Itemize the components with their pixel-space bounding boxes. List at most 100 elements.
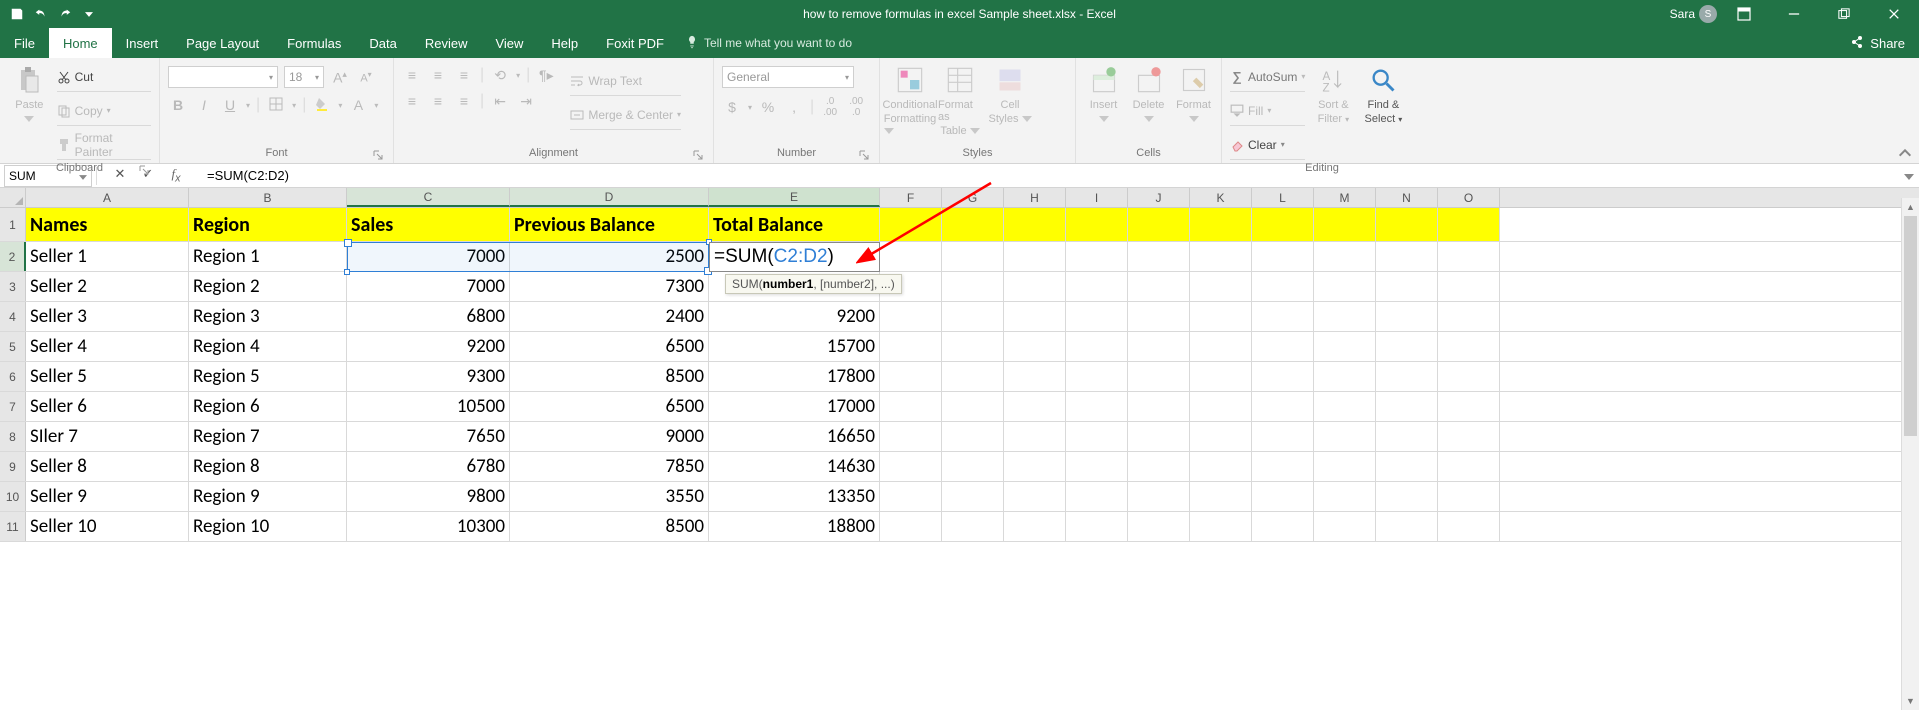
cell[interactable] xyxy=(1004,208,1066,241)
cell[interactable] xyxy=(880,362,942,391)
cell-styles-button[interactable]: Cell Styles xyxy=(988,62,1032,125)
tab-data[interactable]: Data xyxy=(355,28,410,58)
cell[interactable] xyxy=(880,452,942,481)
decrease-decimal-icon[interactable]: .00.0 xyxy=(846,96,866,118)
cell[interactable] xyxy=(942,208,1004,241)
cell[interactable] xyxy=(1066,302,1128,331)
cell[interactable] xyxy=(1314,452,1376,481)
number-format-select[interactable]: General▾ xyxy=(722,66,854,88)
cell[interactable] xyxy=(1376,242,1438,271)
cell[interactable] xyxy=(1128,392,1190,421)
col-header-B[interactable]: B xyxy=(189,188,347,207)
bold-button[interactable]: B xyxy=(168,97,188,113)
cell[interactable]: 9000 xyxy=(510,422,709,451)
row-header[interactable]: 11 xyxy=(0,512,26,541)
cell[interactable]: Region 9 xyxy=(189,482,347,511)
italic-button[interactable]: I xyxy=(194,97,214,113)
cell[interactable] xyxy=(942,332,1004,361)
cell[interactable] xyxy=(1004,272,1066,301)
row-header[interactable]: 1 xyxy=(0,208,26,241)
cell[interactable]: 7300 xyxy=(510,272,709,301)
maximize-icon[interactable] xyxy=(1821,0,1867,28)
cell[interactable] xyxy=(1190,512,1252,541)
cell[interactable] xyxy=(1376,302,1438,331)
cell[interactable] xyxy=(942,362,1004,391)
sort-filter-button[interactable]: AZ Sort & Filter ▾ xyxy=(1311,62,1355,125)
cell[interactable] xyxy=(1252,452,1314,481)
cell[interactable] xyxy=(1438,362,1500,391)
fill-color-icon[interactable] xyxy=(312,97,332,114)
cell[interactable] xyxy=(942,452,1004,481)
cell[interactable]: 6780 xyxy=(347,452,510,481)
cell[interactable]: Region 10 xyxy=(189,512,347,541)
cell[interactable]: 6500 xyxy=(510,332,709,361)
dialog-launcher-icon[interactable] xyxy=(693,150,703,160)
cell[interactable] xyxy=(1438,392,1500,421)
cell[interactable] xyxy=(1438,482,1500,511)
cell[interactable] xyxy=(1004,332,1066,361)
user-name[interactable]: Sara xyxy=(1670,7,1695,21)
cell[interactable]: Names xyxy=(26,208,189,241)
qat-customize-icon[interactable] xyxy=(78,3,100,25)
cell[interactable]: 7000 xyxy=(347,272,510,301)
cell[interactable] xyxy=(1252,362,1314,391)
ribbon-display-options-icon[interactable] xyxy=(1721,0,1767,28)
conditional-formatting-button[interactable]: Conditional Formatting xyxy=(888,62,932,137)
format-cells-button[interactable]: Format xyxy=(1174,62,1213,125)
cell[interactable] xyxy=(1190,332,1252,361)
decrease-font-icon[interactable]: A▾ xyxy=(356,70,376,85)
redo-icon[interactable] xyxy=(54,3,76,25)
cell[interactable] xyxy=(1376,208,1438,241)
cell[interactable] xyxy=(1252,512,1314,541)
cell[interactable] xyxy=(1252,302,1314,331)
cell[interactable] xyxy=(1128,482,1190,511)
cell[interactable] xyxy=(1376,482,1438,511)
cell[interactable] xyxy=(1438,452,1500,481)
cell[interactable] xyxy=(1438,422,1500,451)
cell[interactable] xyxy=(942,302,1004,331)
spreadsheet-grid[interactable]: 1 Names Region Sales Previous Balance To… xyxy=(0,208,1919,542)
increase-font-icon[interactable]: A▴ xyxy=(330,69,350,86)
scroll-down-icon[interactable]: ▼ xyxy=(1902,692,1919,710)
font-name-input[interactable]: ▾ xyxy=(168,66,278,88)
row-header[interactable]: 7 xyxy=(0,392,26,421)
save-icon[interactable] xyxy=(6,3,28,25)
col-header-M[interactable]: M xyxy=(1314,188,1376,207)
vertical-scrollbar[interactable]: ▲ ▼ xyxy=(1901,198,1919,710)
cell[interactable]: 18800 xyxy=(709,512,880,541)
cell[interactable]: Region 4 xyxy=(189,332,347,361)
cell[interactable] xyxy=(942,272,1004,301)
cell[interactable]: 8500 xyxy=(510,512,709,541)
align-top-icon[interactable]: ≡ xyxy=(402,67,422,83)
tab-view[interactable]: View xyxy=(481,28,537,58)
cell[interactable] xyxy=(1066,452,1128,481)
comma-button[interactable]: , xyxy=(784,99,804,115)
cell[interactable] xyxy=(1190,208,1252,241)
cell[interactable]: Seller 6 xyxy=(26,392,189,421)
decrease-indent-icon[interactable]: ⇤ xyxy=(490,93,510,110)
borders-icon[interactable] xyxy=(266,97,286,114)
cell[interactable] xyxy=(880,208,942,241)
cell[interactable] xyxy=(1066,362,1128,391)
cell[interactable] xyxy=(1066,422,1128,451)
cell[interactable] xyxy=(1190,392,1252,421)
cell[interactable]: 9200 xyxy=(347,332,510,361)
col-header-H[interactable]: H xyxy=(1004,188,1066,207)
autosum-button[interactable]: ∑ AutoSum ▾ xyxy=(1230,62,1305,92)
cell[interactable]: Region 2 xyxy=(189,272,347,301)
scroll-up-icon[interactable]: ▲ xyxy=(1902,198,1919,216)
cell[interactable] xyxy=(880,332,942,361)
cell[interactable]: 3550 xyxy=(510,482,709,511)
cell[interactable]: 15700 xyxy=(709,332,880,361)
cell[interactable]: Region 7 xyxy=(189,422,347,451)
cell[interactable] xyxy=(1066,272,1128,301)
align-left-icon[interactable]: ≡ xyxy=(402,93,422,109)
cell[interactable] xyxy=(1190,422,1252,451)
close-icon[interactable] xyxy=(1871,0,1917,28)
col-header-O[interactable]: O xyxy=(1438,188,1500,207)
col-header-J[interactable]: J xyxy=(1128,188,1190,207)
cell[interactable]: 6500 xyxy=(510,392,709,421)
cell[interactable]: Seller 10 xyxy=(26,512,189,541)
tab-formulas[interactable]: Formulas xyxy=(273,28,355,58)
row-header[interactable]: 5 xyxy=(0,332,26,361)
